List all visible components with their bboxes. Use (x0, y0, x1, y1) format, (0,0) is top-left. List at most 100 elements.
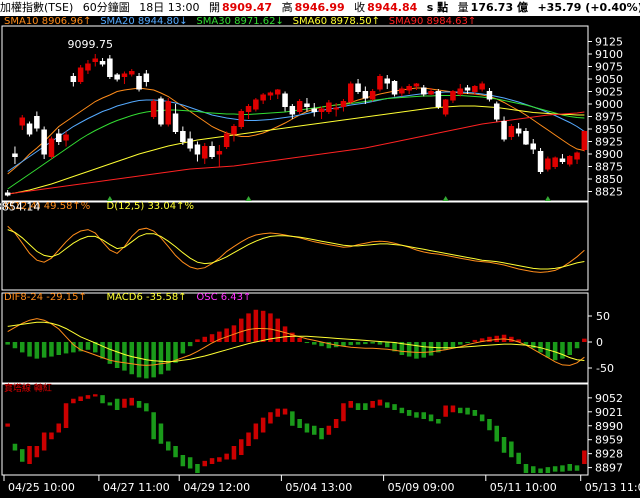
candle-body (34, 116, 40, 129)
tower-brick (457, 407, 463, 414)
tower-brick (114, 398, 120, 410)
candle-body (311, 108, 318, 112)
tower-brick (348, 401, 354, 408)
osc-bar (100, 342, 105, 359)
legend-sma-1: SMA20 8944.80↓ (100, 16, 187, 27)
high-annotation: 9099.75 (68, 38, 114, 51)
osc-bar (487, 336, 492, 342)
panel-frame-3 (1, 292, 589, 384)
candle-body (201, 146, 208, 159)
osc-bar (253, 309, 259, 342)
price-tick-label-8: 8925 (595, 136, 623, 149)
candle-body (369, 91, 376, 100)
candle-body (581, 131, 588, 150)
candle-body (508, 126, 515, 137)
quote-header: 加權指數(TSE) 60分鐘圖 18日 13:00 開 8909.47 高 8946… (0, 0, 640, 16)
osc-bar (122, 342, 127, 371)
tower-brick (436, 419, 441, 424)
legend-sma-4: SMA90 8984.63↑ (389, 16, 476, 27)
tower-tick-label-5: 8897 (595, 462, 623, 475)
tower-brick (195, 464, 200, 473)
candle-body (165, 101, 172, 125)
candle-body (209, 146, 215, 157)
change-value: +35.79 (+0.40%) (537, 1, 640, 14)
tower-brick (311, 425, 317, 435)
tower-brick (290, 411, 295, 426)
tower-brick (253, 423, 259, 440)
osc-bar (129, 342, 135, 375)
candle-body (318, 108, 325, 112)
candle-body (245, 106, 252, 112)
osc-bar (472, 339, 478, 342)
tower-brick (326, 425, 332, 435)
open-value: 8909.47 (221, 1, 273, 14)
candle-body (501, 121, 507, 140)
osc-bar (180, 342, 186, 354)
osc-bar (348, 342, 354, 346)
marker-triangle-1 (245, 196, 252, 201)
osc-bar (209, 334, 215, 342)
candle-body (450, 91, 456, 101)
candle-body (304, 103, 310, 107)
osc-bar (195, 339, 200, 342)
osc-bar (355, 342, 361, 345)
x-tick-label-6: 05/13 11:00 (585, 481, 640, 494)
candle-body (347, 83, 354, 102)
candle-body (85, 63, 91, 71)
legend-sma-2: SMA30 8971.62↓ (196, 16, 283, 27)
osc-bar (136, 342, 142, 378)
candle-body (530, 143, 537, 150)
tower-brick (523, 464, 529, 473)
tower-brick (538, 468, 543, 473)
tower-brick (63, 403, 69, 428)
osc-bar (158, 342, 164, 375)
candle-body (362, 91, 369, 99)
candle-body (107, 58, 113, 77)
osc-bar (5, 342, 10, 345)
osc-bar (582, 338, 587, 342)
tower-brick (187, 457, 193, 469)
osc-bar (202, 336, 208, 342)
osc-bar (19, 342, 25, 353)
candle-body (143, 73, 150, 82)
candle-body (99, 61, 106, 65)
candle-body (187, 138, 193, 149)
tower-brick (574, 465, 580, 471)
tower-brick (297, 419, 302, 428)
candle-body (223, 133, 230, 147)
candle-body (523, 131, 529, 145)
osc-bar (457, 342, 463, 345)
close-value: 8944.84 (367, 1, 418, 14)
stock-chart[interactable]: SMA10 8906.96↑ SMA20 8944.80↓ SMA30 8971.6… (0, 16, 640, 498)
tower-brick (582, 450, 587, 464)
candle-body (55, 133, 62, 142)
osc-bar (27, 342, 32, 357)
tower-brick (180, 455, 186, 467)
tower-brick (144, 403, 149, 412)
tower-brick (129, 397, 135, 406)
date-label: 18日 13:00 (139, 1, 200, 14)
osc-bar (49, 342, 54, 357)
candle-body (238, 111, 245, 127)
tower-brick (12, 443, 18, 451)
tower-brick (282, 408, 288, 415)
osc-bar (421, 342, 427, 358)
tower-brick (100, 395, 105, 404)
osc-bar (574, 342, 580, 349)
candle-body (4, 192, 11, 196)
price-tick-label-3: 9050 (595, 73, 623, 86)
candle-body (559, 158, 566, 162)
macd-tick-label-2: -50 (596, 362, 614, 375)
tower-tick-label-2: 8990 (595, 420, 623, 433)
candle-body (136, 76, 142, 90)
osc-bar (114, 342, 120, 368)
candle-body (121, 73, 128, 77)
osc-bar (311, 342, 317, 345)
tower-brick (341, 403, 346, 422)
interval-label: 60分鐘圖 (82, 1, 130, 14)
candle-body (282, 93, 288, 107)
kd-line-K(12,4) (7, 225, 585, 273)
price-tick-label-9: 8900 (595, 148, 623, 161)
tower-brick (71, 398, 76, 404)
tower-brick (567, 464, 573, 471)
